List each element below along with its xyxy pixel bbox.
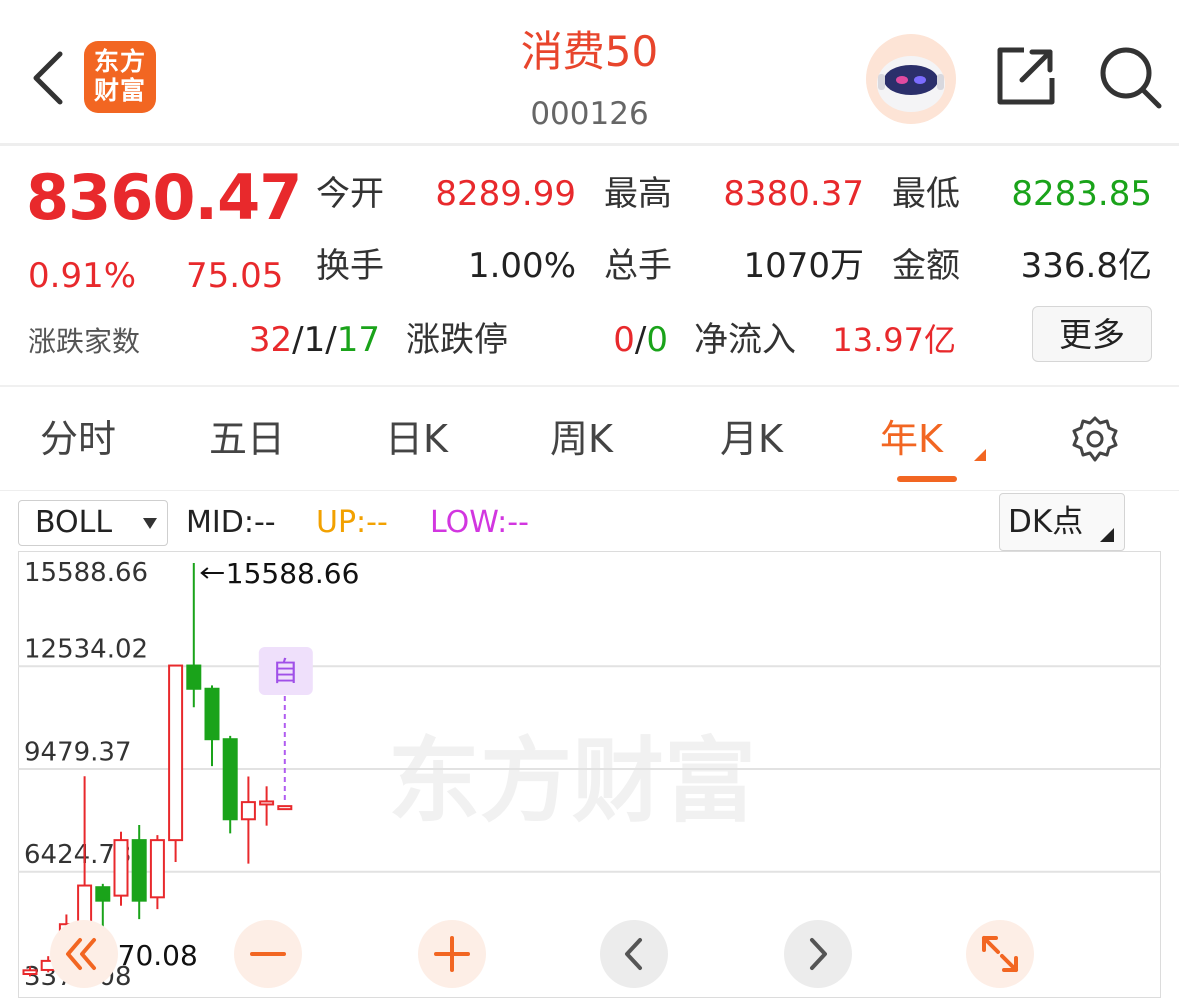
candle-body [131, 839, 147, 902]
turnover-label: 换手 [316, 246, 384, 286]
quote-divider [0, 385, 1179, 387]
previous-button[interactable] [600, 920, 668, 988]
volume-value: 1070万 [743, 246, 864, 286]
fullscreen-button[interactable] [966, 920, 1034, 988]
chevron-right-icon [810, 938, 827, 970]
y-axis-tick-label: 9479.37 [24, 738, 132, 768]
netflow-label: 净流入 [694, 320, 796, 360]
tab-weekly-k[interactable]: 周K [550, 412, 613, 466]
tab-dropdown-corner-icon [974, 449, 986, 461]
tab-yearly-k[interactable]: 年K [880, 412, 943, 466]
limit-down: 0 [646, 320, 668, 360]
limit-values: 0/0 [613, 320, 668, 360]
dk-point-button[interactable]: DK点 [999, 493, 1125, 551]
y-axis-tick-label: 15588.66 [24, 558, 148, 588]
candle-body [77, 884, 93, 926]
zoom-in-button[interactable] [418, 920, 486, 988]
tab-daily-k[interactable]: 日K [385, 412, 448, 466]
change-value: 75.05 [186, 256, 284, 296]
boll-mid: MID:-- [186, 505, 276, 540]
volume-label: 总手 [604, 246, 672, 286]
more-button[interactable]: 更多 [1032, 306, 1152, 362]
y-axis-tick-label: 12534.02 [24, 635, 148, 665]
chevron-left-icon [625, 938, 642, 970]
dropdown-arrow-icon [143, 518, 157, 529]
next-button[interactable] [784, 920, 852, 988]
netflow-value: 13.97亿 [832, 321, 956, 359]
robot-icon [866, 34, 956, 124]
candle-body [22, 969, 38, 976]
amount-value: 336.8亿 [1020, 246, 1152, 286]
indicator-select-value: BOLL [35, 505, 113, 540]
zoom-out-button[interactable] [234, 920, 302, 988]
open-value: 8289.99 [435, 174, 576, 214]
breadth-down: 17 [336, 320, 380, 360]
tab-monthly-k[interactable]: 月K [720, 412, 783, 466]
header-divider [0, 143, 1179, 146]
indicator-select[interactable]: BOLL [18, 500, 168, 546]
candle-body [95, 886, 111, 902]
candle-body [222, 738, 238, 821]
candle-body [204, 687, 220, 741]
candle-body [149, 839, 165, 899]
plus-icon [434, 936, 470, 972]
limit-up: 0 [613, 320, 635, 360]
breadth-up: 32 [248, 320, 293, 360]
search-icon[interactable] [1097, 44, 1163, 110]
low-label: 最低 [892, 174, 960, 214]
tabs-divider [0, 490, 1179, 491]
boll-low: LOW:-- [430, 505, 529, 540]
candle-body [240, 801, 256, 821]
tab-intraday[interactable]: 分时 [40, 412, 116, 466]
open-label: 今开 [316, 174, 384, 214]
minus-icon [250, 952, 286, 956]
candle-body [168, 664, 184, 842]
tab-five-day[interactable]: 五日 [209, 412, 285, 466]
candle-body [259, 800, 275, 806]
watermark-text: 东方财富 [388, 728, 756, 835]
boll-up: UP:-- [316, 505, 388, 540]
dk-point-label: DK点 [1008, 504, 1084, 540]
breadth-values: 32/1/17 [248, 320, 380, 360]
turnover-value: 1.00% [467, 246, 576, 286]
high-value: 8380.37 [723, 174, 864, 214]
gear-icon[interactable] [1070, 414, 1120, 464]
max-value-label: 15588.66 [226, 557, 360, 590]
scroll-left-fast-button[interactable] [50, 920, 118, 988]
active-tab-indicator [897, 476, 957, 482]
last-price: 8360.47 [26, 161, 302, 234]
expand-icon [982, 936, 1018, 972]
candle-body [113, 839, 129, 897]
breadth-label: 涨跌家数 [28, 325, 141, 358]
double-chevron-left-icon [66, 938, 96, 970]
dk-corner-icon [1100, 528, 1114, 542]
app-header: 东方 财富 消费50 000126 [0, 0, 1179, 143]
marker-label: 自 [272, 657, 299, 688]
candle-body [277, 805, 293, 811]
candle-body [186, 664, 202, 690]
amount-label: 金额 [892, 246, 960, 286]
low-value: 8283.85 [1011, 174, 1152, 214]
high-label: 最高 [604, 174, 672, 214]
change-percent: 0.91% [28, 256, 137, 296]
assistant-robot-avatar[interactable] [866, 34, 956, 124]
share-icon[interactable] [994, 44, 1058, 108]
breadth-flat: 1 [303, 320, 326, 360]
limit-label: 涨跌停 [406, 320, 508, 360]
